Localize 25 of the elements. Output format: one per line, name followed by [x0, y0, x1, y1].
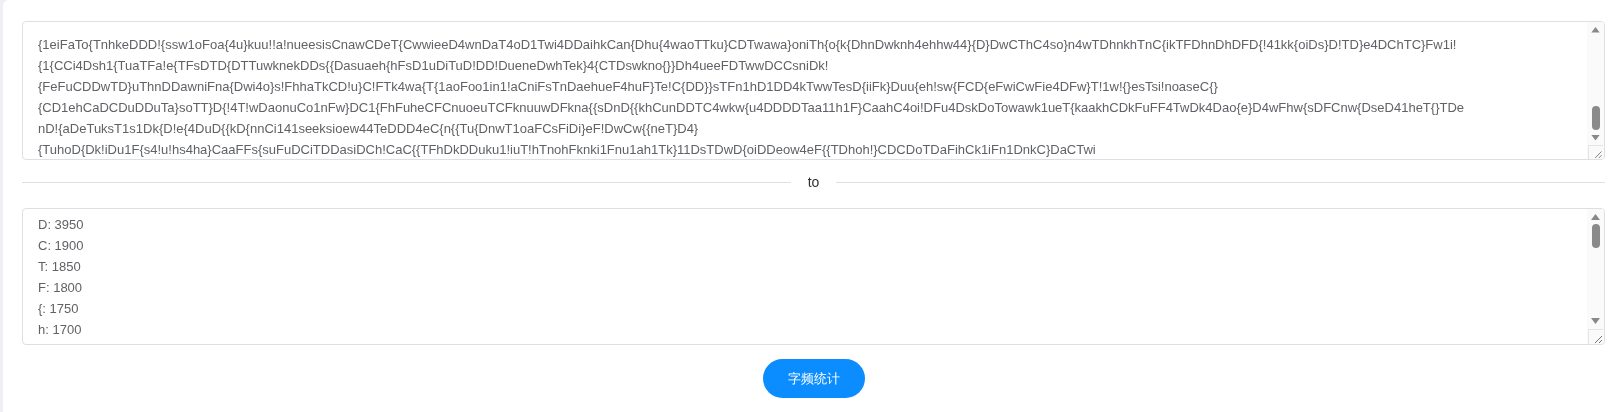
text-area[interactable]: D: 3950 C: 1900 T: 1850 F: 1800 {: 1750 h: 1700	[22, 208, 1605, 345]
scroll-up-icon[interactable]	[1591, 27, 1600, 33]
text-line: nD!{aDeTuksT1s1Dk{D!e{4DuD{{kD{nnCi141seeksioew44TeDDD4eC{n{{Tu{DnwT1oaFCsFiDi}eF!DwCw{{neT}D4}	[38, 121, 699, 136]
text-line: C: 1900	[38, 237, 84, 255]
resize-grip-icon[interactable]	[1588, 145, 1603, 159]
text-line: F: 1800	[38, 279, 83, 297]
resize-grip-icon[interactable]	[1588, 329, 1603, 344]
text-line: {TuhoD{Dk!iDu1F{s4!u!hs4ha}CaaFFs{suFuDCiTDDasiDCh!CaC{{TFhDkDDuku1!iuT!hTnohFknki1Fnu1ah1Tk}11DsTDwD{oiDDeow4eF{{TDhoh!}CDCDoTDaFihCk1iFn1DnkC}DaCTwi	[38, 142, 1096, 157]
scroll-down-icon[interactable]	[1591, 318, 1600, 324]
text-line: {FeFuCDDwTD}uThnDDawniFna{Dwi4o}s!FhhaTkCD!u}C!FTk4wa{T{1aoFoo1in1!aCniFsTnDaehueF4huF}Te!C{DD}}sTFn1hD1DD4kTwwTesD{iiFk}Duu{eh!sw{FCD{eFwiCwFie4DFw}T!1w!{}esTsi!noaseC{}	[38, 79, 1218, 94]
text-area[interactable]	[22, 21, 1605, 160]
text-line: {1eiFaTo{TnhkeDDD!{ssw1oFoa{4u}kuu!!a!nueesisCnawCDeT{CwwieeD4wnDaT4oD1Twi4DDaihkCan{Dhu{4waoTTku}CDTwawa}oniTh{o{k{DhnDwknh4ehhw44}{D}DwCThC4so}n4wTDhnkhTnC{ikTFDhnDhDFD{!41kk{oiDs}D!TD}e4DChTC}Fw1i!	[38, 37, 1457, 52]
text-line: {: 1750	[38, 300, 79, 318]
text-line: h: 1700	[38, 321, 82, 339]
text-line: D: 3950	[38, 216, 84, 234]
scroll-down-icon[interactable]	[1591, 134, 1600, 141]
scroll-thumb[interactable]	[1591, 224, 1600, 248]
scroll-up-icon[interactable]	[1591, 214, 1600, 220]
scrollbar[interactable]	[1587, 22, 1604, 159]
divider-label: to	[806, 174, 821, 190]
text-line: T: 1850	[38, 258, 81, 276]
text-line: {1{CCi4Dsh1{TuaTFa!e{TFsDTD{DTTuwknekDDs{{Dasuaeh{hFsD1uDiTuD!DD!DueneDwhTek}4{CTDswkno{}}Dh4ueeFDTwwDCCsniDk!	[38, 58, 829, 73]
scrollbar[interactable]	[1587, 209, 1604, 344]
text-line: {CD1ehCaDCDuDDuTa}soTT}D{!4T!wDaonuCo1nFw}DC1{FhFuheCFCnuoeuTCFknuuwDFkna{{sDnD{{khCunDDTC4wkw{u4DDDDTaa11h1F}CaahC4oi!DFu4DskDoTowawk1ueT{kaakhCDkFuFF4TwDk4Dao{e}D4wFhw{sDFCnw{DseD41heT{}TDe	[38, 100, 1465, 115]
scroll-thumb[interactable]	[1591, 105, 1600, 130]
